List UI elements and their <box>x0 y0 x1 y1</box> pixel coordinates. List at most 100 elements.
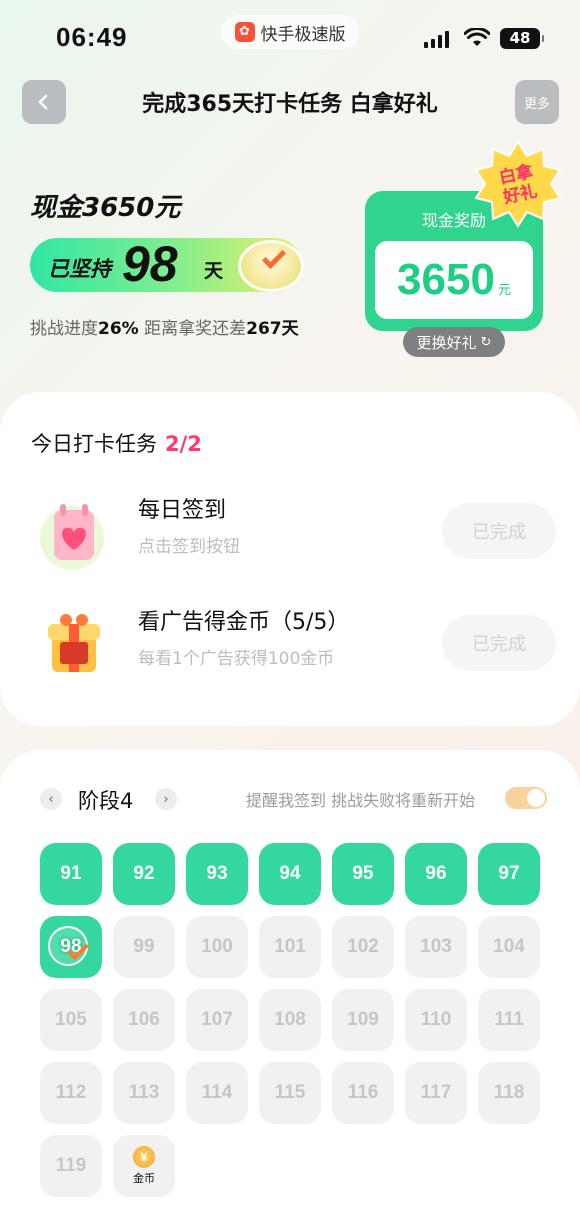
app-indicator[interactable]: ✿ 快手极速版 <box>221 15 359 49</box>
day-cell[interactable]: 118 <box>478 1062 540 1124</box>
remind-toggle[interactable] <box>505 787 547 809</box>
day-cell[interactable]: 113 <box>113 1062 175 1124</box>
kuaishou-logo-icon: ✿ <box>234 22 255 42</box>
remaining-label: 距离拿奖还差 <box>144 319 247 339</box>
day-cell[interactable]: 100 <box>186 916 248 978</box>
reward-unit: 元 <box>497 283 511 298</box>
free-gift-badge: 白拿 好礼 <box>474 140 562 228</box>
task-desc: 点击签到按钮 <box>138 537 240 557</box>
gift-box-icon <box>48 614 100 672</box>
status-time: 06:49 <box>56 22 128 52</box>
streak-unit: 天 <box>204 260 224 282</box>
app-name: 快手极速版 <box>260 24 346 45</box>
day-cell[interactable]: 102 <box>332 916 394 978</box>
day-cell[interactable]: 117 <box>405 1062 467 1124</box>
day-cell[interactable]: 91 <box>40 843 102 905</box>
day-cell[interactable]: 98 <box>40 916 102 978</box>
change-gift-label: 更换好礼 <box>416 333 477 352</box>
day-cell[interactable]: 92 <box>113 843 175 905</box>
day-cell[interactable]: 95 <box>332 843 394 905</box>
day-label: 100 <box>201 936 233 957</box>
remaining-value: 267天 <box>246 319 299 339</box>
challenge-progress: 挑战进度26% 距离拿奖还差267天 <box>30 314 299 339</box>
day-cell[interactable]: 97 <box>478 843 540 905</box>
day-label: 118 <box>493 1082 525 1103</box>
today-title-text: 今日打卡任务 <box>31 432 157 456</box>
day-cell[interactable]: 103 <box>405 916 467 978</box>
page-title: 完成365天打卡任务 白拿好礼 <box>142 92 438 117</box>
day-label: 93 <box>206 863 228 884</box>
signal-icon <box>424 30 449 48</box>
back-button[interactable] <box>22 80 66 124</box>
day-cell[interactable]: 93 <box>186 843 248 905</box>
day-cell[interactable]: ¥ 金币 <box>113 1135 175 1197</box>
day-label: 113 <box>128 1082 160 1103</box>
day-cell[interactable]: 101 <box>259 916 321 978</box>
day-label: 119 <box>55 1155 87 1176</box>
stage-label: 阶段4 <box>78 789 134 813</box>
check-icon <box>261 244 287 270</box>
day-label: 金币 <box>133 1173 155 1185</box>
day-cell[interactable]: 116 <box>332 1062 394 1124</box>
cash-title: 现金3650元 <box>30 193 181 223</box>
day-cell[interactable]: 96 <box>405 843 467 905</box>
more-button[interactable]: 更多 <box>515 80 559 124</box>
chevron-right-icon: › <box>163 791 169 807</box>
day-cell[interactable]: 112 <box>40 1062 102 1124</box>
progress-label: 挑战进度 <box>30 319 98 339</box>
calendar-heart-icon <box>40 504 104 570</box>
day-cell[interactable]: 99 <box>113 916 175 978</box>
day-cell[interactable]: 105 <box>40 989 102 1051</box>
remind-text: 提醒我签到 挑战失败将重新开始 <box>246 791 476 810</box>
status-bar: 06:49 ✿ 快手极速版 48 <box>0 0 580 72</box>
today-tasks-title: 今日打卡任务 2/2 <box>31 428 202 458</box>
day-label: 94 <box>279 863 301 884</box>
day-label: 105 <box>55 1009 87 1030</box>
stage-card: ‹ 阶段4 › 提醒我签到 挑战失败将重新开始 91 92 93 94 95 96 97 98… <box>0 750 580 1226</box>
task-desc: 每看1个广告获得100金币 <box>138 649 335 669</box>
day-label: 103 <box>420 936 452 957</box>
day-label: 99 <box>133 936 155 957</box>
task-item-daily-checkin: 每日签到 点击签到按钮 已完成 <box>0 492 580 582</box>
day-cell[interactable]: 107 <box>186 989 248 1051</box>
day-cell[interactable]: 109 <box>332 989 394 1051</box>
day-cell[interactable]: 106 <box>113 989 175 1051</box>
day-cell[interactable]: 111 <box>478 989 540 1051</box>
next-stage-button[interactable]: › <box>155 788 177 810</box>
day-cell[interactable]: 114 <box>186 1062 248 1124</box>
day-label: 111 <box>494 1009 524 1030</box>
day-label: 112 <box>55 1082 87 1103</box>
task-item-watch-ads: 看广告得金币（5/5） 每看1个广告获得100金币 已完成 <box>0 604 580 694</box>
battery-icon: 48 <box>500 28 544 49</box>
coin-icon: ¥ <box>133 1146 155 1168</box>
day-label: 97 <box>498 863 520 884</box>
day-label: 114 <box>201 1082 233 1103</box>
day-cell[interactable]: 108 <box>259 989 321 1051</box>
today-count: 2/2 <box>165 432 202 456</box>
day-label: 96 <box>425 863 447 884</box>
change-gift-button[interactable]: 更换好礼 ↻ <box>403 327 505 357</box>
day-label: 91 <box>60 863 82 884</box>
day-cell[interactable]: 104 <box>478 916 540 978</box>
day-label: 95 <box>352 863 374 884</box>
prev-stage-button[interactable]: ‹ <box>40 788 62 810</box>
day-label: 116 <box>347 1082 379 1103</box>
streak-prefix: 已坚持 <box>48 257 111 281</box>
day-cell[interactable]: 115 <box>259 1062 321 1124</box>
day-label: 110 <box>420 1009 452 1030</box>
day-label: 92 <box>133 863 155 884</box>
task-name: 每日签到 <box>138 498 227 523</box>
day-cell[interactable]: 94 <box>259 843 321 905</box>
day-cell[interactable]: 110 <box>405 989 467 1051</box>
day-label: 117 <box>420 1082 452 1103</box>
mascot-icon <box>238 240 304 292</box>
day-label: 102 <box>347 936 379 957</box>
task-complete-button[interactable]: 已完成 <box>442 615 556 671</box>
day-label: 104 <box>493 936 525 957</box>
day-label: 115 <box>274 1082 306 1103</box>
day-cell[interactable]: 119 <box>40 1135 102 1197</box>
day-label: 108 <box>274 1009 306 1030</box>
chevron-left-icon: ‹ <box>48 791 54 807</box>
streak-days: 98 <box>122 236 178 292</box>
task-complete-button[interactable]: 已完成 <box>442 503 556 559</box>
